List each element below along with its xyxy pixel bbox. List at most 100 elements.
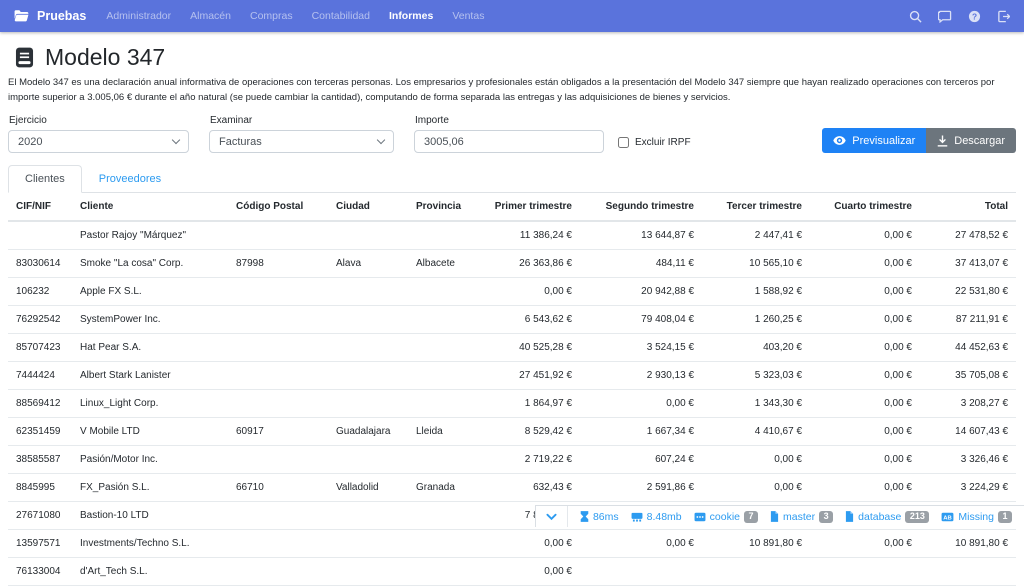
- debug-time-label: 86ms: [593, 511, 619, 523]
- table-row: 76133004d'Art_Tech S.L.0,00 €: [8, 558, 1016, 586]
- nav-item-contabilidad[interactable]: Contabilidad: [312, 10, 370, 22]
- nav-item-informes[interactable]: Informes: [389, 10, 433, 22]
- table-cell: Bastion-10 LTD: [72, 502, 228, 530]
- table-cell: 88569412: [8, 390, 72, 418]
- nav-item-ventas[interactable]: Ventas: [452, 10, 484, 22]
- table-cell: Guadalajara: [328, 418, 408, 446]
- table-cell: [228, 502, 328, 530]
- debug-database[interactable]: database 213: [845, 511, 929, 523]
- table-cell: 76292542: [8, 306, 72, 334]
- table-cell: 87 211,91 €: [920, 306, 1016, 334]
- table-cell: [702, 558, 810, 586]
- examinar-select[interactable]: Facturas: [209, 130, 394, 153]
- table-cell: [408, 362, 484, 390]
- examinar-label: Examinar: [210, 115, 394, 126]
- table-row: 83030614Smoke "La cosa" Corp.87998AlavaA…: [8, 250, 1016, 278]
- brand-label: Pruebas: [37, 9, 86, 23]
- cookie-icon: [694, 512, 706, 522]
- tab-clientes[interactable]: Clientes: [8, 165, 82, 193]
- table-row: 7444424Albert Stark Lanister27 451,92 €2…: [8, 362, 1016, 390]
- translation-icon: AB: [941, 512, 954, 522]
- logout-icon[interactable]: [997, 10, 1010, 23]
- excluir-irpf-checkbox[interactable]: Excluir IRPF: [618, 137, 691, 148]
- table-cell: [408, 558, 484, 586]
- ejercicio-label: Ejercicio: [9, 115, 189, 126]
- table-cell: 20 942,88 €: [580, 278, 702, 306]
- excluir-irpf-label: Excluir IRPF: [635, 137, 691, 148]
- results-table: CIF/NIFClienteCódigo PostalCiudadProvinc…: [8, 193, 1016, 586]
- table-cell: 0,00 €: [810, 306, 920, 334]
- column-header: Tercer trimestre: [702, 193, 810, 221]
- eye-icon: [833, 135, 846, 146]
- column-header: Código Postal: [228, 193, 328, 221]
- messages-icon[interactable]: [938, 10, 952, 23]
- table-cell: Valladolid: [328, 474, 408, 502]
- table-cell: 2 930,13 €: [580, 362, 702, 390]
- table-cell: SystemPower Inc.: [72, 306, 228, 334]
- nav-item-almacén[interactable]: Almacén: [190, 10, 231, 22]
- table-cell: [228, 390, 328, 418]
- top-navbar: Pruebas Administrador Almacén Compras Conta…: [0, 0, 1024, 32]
- table-cell: Linux_Light Corp.: [72, 390, 228, 418]
- column-header: CIF/NIF: [8, 193, 72, 221]
- chevron-down-icon: [172, 136, 180, 144]
- table-cell: 2 719,22 €: [484, 446, 580, 474]
- debug-memory[interactable]: 8.48mb: [631, 511, 682, 523]
- previsualizar-button[interactable]: Previsualizar: [822, 128, 926, 153]
- table-cell: 1 864,97 €: [484, 390, 580, 418]
- help-icon[interactable]: ?: [968, 10, 981, 23]
- descargar-button[interactable]: Descargar: [926, 128, 1016, 153]
- app-brand[interactable]: Pruebas: [14, 9, 86, 23]
- table-row: Pastor Rajoy "Márquez"11 386,24 €13 644,…: [8, 221, 1016, 250]
- table-cell: [408, 502, 484, 530]
- table-cell: 44 452,63 €: [920, 334, 1016, 362]
- column-header: Cliente: [72, 193, 228, 221]
- table-cell: 6 543,62 €: [484, 306, 580, 334]
- debug-cookie[interactable]: cookie 7: [694, 511, 758, 523]
- importe-input[interactable]: [414, 130, 604, 153]
- debug-missing-label: Missing: [958, 511, 994, 523]
- table-cell: 0,00 €: [810, 334, 920, 362]
- search-icon[interactable]: [909, 10, 922, 23]
- debug-toolbar-collapse-button[interactable]: [536, 506, 568, 527]
- debug-master[interactable]: master 3: [770, 511, 833, 523]
- debug-master-label: master: [783, 511, 815, 523]
- table-cell: [228, 362, 328, 390]
- table-row: 85707423Hat Pear S.A.40 525,28 €3 524,15…: [8, 334, 1016, 362]
- table-cell: 40 525,28 €: [484, 334, 580, 362]
- main-menu: Administrador Almacén Compras Contabilidad I…: [106, 10, 484, 22]
- nav-item-administrador[interactable]: Administrador: [106, 10, 171, 22]
- badge: 213: [905, 511, 929, 523]
- column-header: Primer trimestre: [484, 193, 580, 221]
- debug-database-label: database: [858, 511, 901, 523]
- nav-item-compras[interactable]: Compras: [250, 10, 293, 22]
- badge: 3: [819, 511, 833, 523]
- table-cell: [408, 530, 484, 558]
- excluir-irpf-checkbox-input[interactable]: [618, 137, 629, 148]
- ejercicio-select[interactable]: 2020: [8, 130, 189, 153]
- ejercicio-value: 2020: [18, 136, 42, 148]
- table-cell: 85707423: [8, 334, 72, 362]
- tab-proveedores[interactable]: Proveedores: [82, 165, 178, 193]
- debug-missing[interactable]: AB Missing 1: [941, 511, 1012, 523]
- table-cell: [408, 390, 484, 418]
- svg-text:AB: AB: [944, 515, 953, 521]
- table-cell: 403,20 €: [702, 334, 810, 362]
- table-cell: 0,00 €: [810, 362, 920, 390]
- table-cell: 1 588,92 €: [702, 278, 810, 306]
- table-cell: 35 705,08 €: [920, 362, 1016, 390]
- table-cell: [228, 446, 328, 474]
- table-cell: 632,43 €: [484, 474, 580, 502]
- table-cell: 66710: [228, 474, 328, 502]
- table-cell: 2 591,86 €: [580, 474, 702, 502]
- debug-time[interactable]: 86ms: [580, 511, 619, 523]
- table-cell: 76133004: [8, 558, 72, 586]
- table-cell: 22 531,80 €: [920, 278, 1016, 306]
- table-cell: 607,24 €: [580, 446, 702, 474]
- table-cell: [328, 221, 408, 250]
- table-cell: [228, 530, 328, 558]
- memory-icon: [631, 512, 643, 522]
- table-cell: [328, 278, 408, 306]
- table-row: 106232Apple FX S.L.0,00 €20 942,88 €1 58…: [8, 278, 1016, 306]
- table-cell: 79 408,04 €: [580, 306, 702, 334]
